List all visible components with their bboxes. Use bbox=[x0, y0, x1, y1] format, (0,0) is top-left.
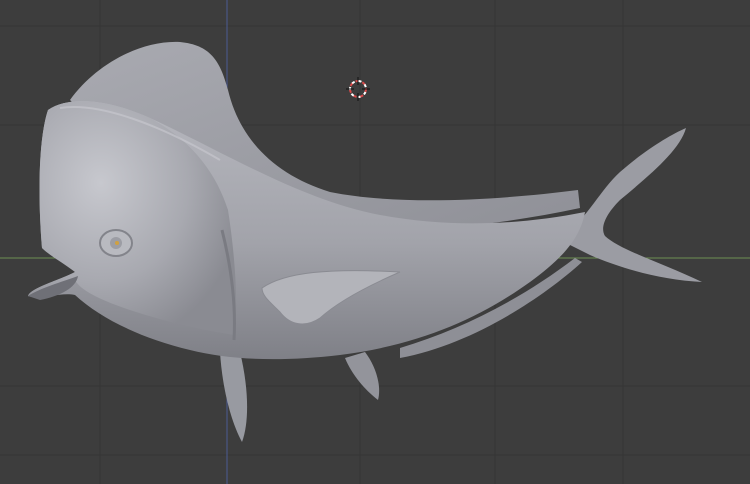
eye-highlight bbox=[115, 241, 119, 245]
viewport-canvas[interactable] bbox=[0, 0, 750, 484]
3d-viewport[interactable] bbox=[0, 0, 750, 484]
tail-fin bbox=[560, 128, 702, 282]
anal-fin bbox=[345, 352, 380, 400]
fish-model[interactable] bbox=[28, 41, 702, 442]
ventral-fin bbox=[220, 352, 248, 442]
3d-cursor-icon[interactable] bbox=[346, 77, 370, 101]
